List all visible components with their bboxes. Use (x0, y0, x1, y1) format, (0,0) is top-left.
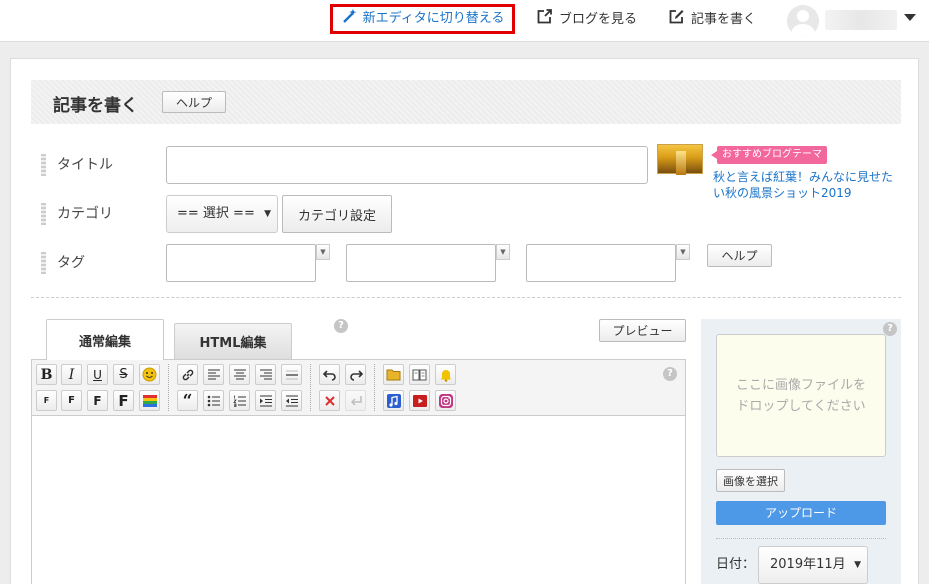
line-break-icon[interactable] (345, 390, 366, 411)
tag-input-1[interactable] (166, 244, 316, 282)
tag-label: タグ (41, 250, 85, 276)
view-blog-label: ブログを見る (559, 12, 638, 27)
post-editor-card: 記事を書く ヘルプ タイトル おすすめブログテーマ 秋と言えば紅葉！みんなに見せ… (10, 58, 919, 584)
editor-toolbar: B I U S F F F F “ ? (32, 360, 685, 416)
bulleted-list-icon[interactable] (203, 390, 224, 411)
image-dropzone[interactable]: ここに画像ファイルをドロップしてください (716, 334, 886, 457)
align-center-icon[interactable] (229, 364, 250, 385)
italic-icon[interactable]: I (61, 364, 82, 385)
redo-icon[interactable] (345, 364, 366, 385)
toolbar-separator (374, 364, 375, 411)
edit-icon (668, 8, 685, 32)
instagram-icon[interactable] (435, 390, 456, 411)
write-post-label: 記事を書く (691, 12, 757, 27)
help-button[interactable]: ヘルプ (162, 91, 226, 113)
text-color-icon[interactable] (139, 390, 160, 411)
title-input[interactable] (166, 146, 648, 184)
category-settings-button[interactable]: カテゴリ設定 (282, 195, 392, 233)
magic-wand-icon (341, 8, 357, 31)
select-image-button[interactable]: 画像を選択 (716, 469, 785, 492)
horizontal-rule-icon[interactable] (281, 364, 302, 385)
dropzone-text: ここに画像ファイルをドロップしてください (735, 377, 866, 414)
image-upload-panel: ? ここに画像ファイルをドロップしてください 画像を選択 アップロード 日付： … (701, 319, 901, 584)
numbered-list-icon[interactable] (229, 390, 250, 411)
tag-help-button[interactable]: ヘルプ (707, 244, 772, 267)
tag-input-3[interactable] (526, 244, 676, 282)
folder-icon[interactable] (383, 364, 404, 385)
tag-3-dropdown-icon[interactable]: ▼ (676, 244, 690, 260)
undo-icon[interactable] (319, 364, 340, 385)
font-size-xsmall-icon[interactable]: F (36, 390, 57, 411)
video-icon[interactable] (409, 390, 430, 411)
music-icon[interactable] (383, 390, 404, 411)
book-icon[interactable] (409, 364, 430, 385)
link-icon[interactable] (177, 364, 198, 385)
view-blog-link[interactable]: ブログを見る (536, 8, 638, 32)
recommended-theme-badge: おすすめブログテーマ (711, 146, 827, 164)
title-label: タイトル (41, 152, 113, 178)
tab-normal-edit[interactable]: 通常編集 (46, 319, 164, 360)
switch-editor-label: 新エディタに切り替える (362, 11, 505, 26)
write-post-link[interactable]: 記事を書く (668, 10, 756, 30)
username-blurred[interactable] (825, 10, 897, 30)
font-size-medium-icon[interactable]: F (87, 390, 108, 411)
strikethrough-icon[interactable]: S (113, 364, 134, 385)
top-navigation-bar: 新エディタに切り替える ブログを見る 記事を書く (0, 0, 929, 42)
rich-text-editor[interactable]: B I U S F F F F “ ? (31, 359, 686, 584)
font-size-large-icon[interactable]: F (113, 390, 134, 411)
bell-icon[interactable] (435, 364, 456, 385)
page-title: 記事を書く (53, 96, 138, 116)
tag-1-dropdown-icon[interactable]: ▼ (316, 244, 330, 260)
bold-icon[interactable]: B (36, 364, 57, 385)
tag-input-2[interactable] (346, 244, 496, 282)
theme-thumbnail[interactable] (657, 144, 703, 175)
emoji-icon[interactable] (139, 364, 160, 385)
tag-2-dropdown-icon[interactable]: ▼ (496, 244, 510, 260)
sidebar-divider (716, 538, 886, 539)
tab-html-edit[interactable]: HTML編集 (174, 323, 292, 359)
align-right-icon[interactable] (255, 364, 276, 385)
font-size-small-icon[interactable]: F (61, 390, 82, 411)
user-menu-caret-icon[interactable] (904, 14, 916, 21)
clear-format-icon[interactable] (319, 390, 340, 411)
date-select[interactable]: 2019年11月 (758, 546, 868, 584)
toolbar-help-icon[interactable]: ? (663, 367, 677, 381)
outdent-icon[interactable] (281, 390, 302, 411)
underline-icon[interactable]: U (87, 364, 108, 385)
external-link-icon (536, 8, 553, 32)
editor-help-icon[interactable]: ? (334, 319, 348, 333)
quote-icon[interactable]: “ (177, 390, 198, 411)
align-left-icon[interactable] (203, 364, 224, 385)
date-label: 日付： (716, 557, 756, 572)
toolbar-separator (168, 364, 169, 411)
toolbar-separator (310, 364, 311, 411)
section-divider (31, 297, 901, 298)
category-select[interactable]: == 選択 == (166, 195, 278, 233)
preview-button[interactable]: プレビュー (599, 319, 686, 342)
upload-button[interactable]: アップロード (716, 501, 886, 525)
category-label: カテゴリ (41, 201, 113, 227)
user-avatar[interactable] (787, 5, 819, 37)
indent-icon[interactable] (255, 390, 276, 411)
recommended-theme-link[interactable]: 秋と言えば紅葉！みんなに見せたい秋の風景ショット2019 (713, 169, 903, 201)
card-header: 記事を書く ヘルプ (31, 80, 901, 124)
switch-editor-link[interactable]: 新エディタに切り替える (330, 4, 515, 34)
